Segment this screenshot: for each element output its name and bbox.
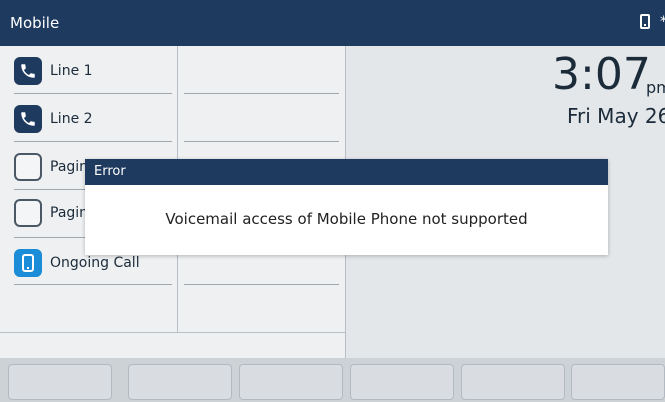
empty-line-key-icon <box>14 199 42 227</box>
clock-date: Fri May 26 <box>567 104 665 128</box>
line-label: Ongoing Call <box>50 255 140 271</box>
line-label: Line 1 <box>50 63 93 79</box>
line-separator <box>14 141 172 142</box>
line-separator <box>184 141 339 142</box>
phone-icon <box>14 57 42 85</box>
dialog-title: Error <box>94 164 126 179</box>
line-separator <box>14 93 172 94</box>
dialog-message: Voicemail access of Mobile Phone not sup… <box>165 210 528 228</box>
line-key-line-1[interactable]: Line 1 <box>14 56 93 86</box>
clock-ampm: pm <box>646 78 665 97</box>
mobile-phone-icon <box>14 249 42 277</box>
status-indicator: * <box>660 14 665 30</box>
softkey-4[interactable] <box>350 364 454 400</box>
softkey-1[interactable] <box>8 364 112 400</box>
phone-icon <box>14 105 42 133</box>
line-separator <box>184 284 339 285</box>
dialog-header: Error <box>85 159 608 185</box>
line-separator <box>14 284 172 285</box>
softkey-6[interactable] <box>571 364 665 400</box>
empty-line-key-icon <box>14 153 42 181</box>
top-status-bar: Mobile * <box>0 0 665 46</box>
screen-title: Mobile <box>10 14 60 32</box>
softkey-3[interactable] <box>239 364 343 400</box>
softkey-5[interactable] <box>461 364 565 400</box>
error-dialog: Error Voicemail access of Mobile Phone n… <box>85 159 608 255</box>
line-key-line-2[interactable]: Line 2 <box>14 104 93 134</box>
clock-time: 3:07 <box>552 49 651 100</box>
line-label: Line 2 <box>50 111 93 127</box>
softkey-2[interactable] <box>128 364 232 400</box>
mobile-phone-icon <box>640 14 650 29</box>
panel-bottom-divider <box>0 332 345 333</box>
line-separator <box>184 93 339 94</box>
